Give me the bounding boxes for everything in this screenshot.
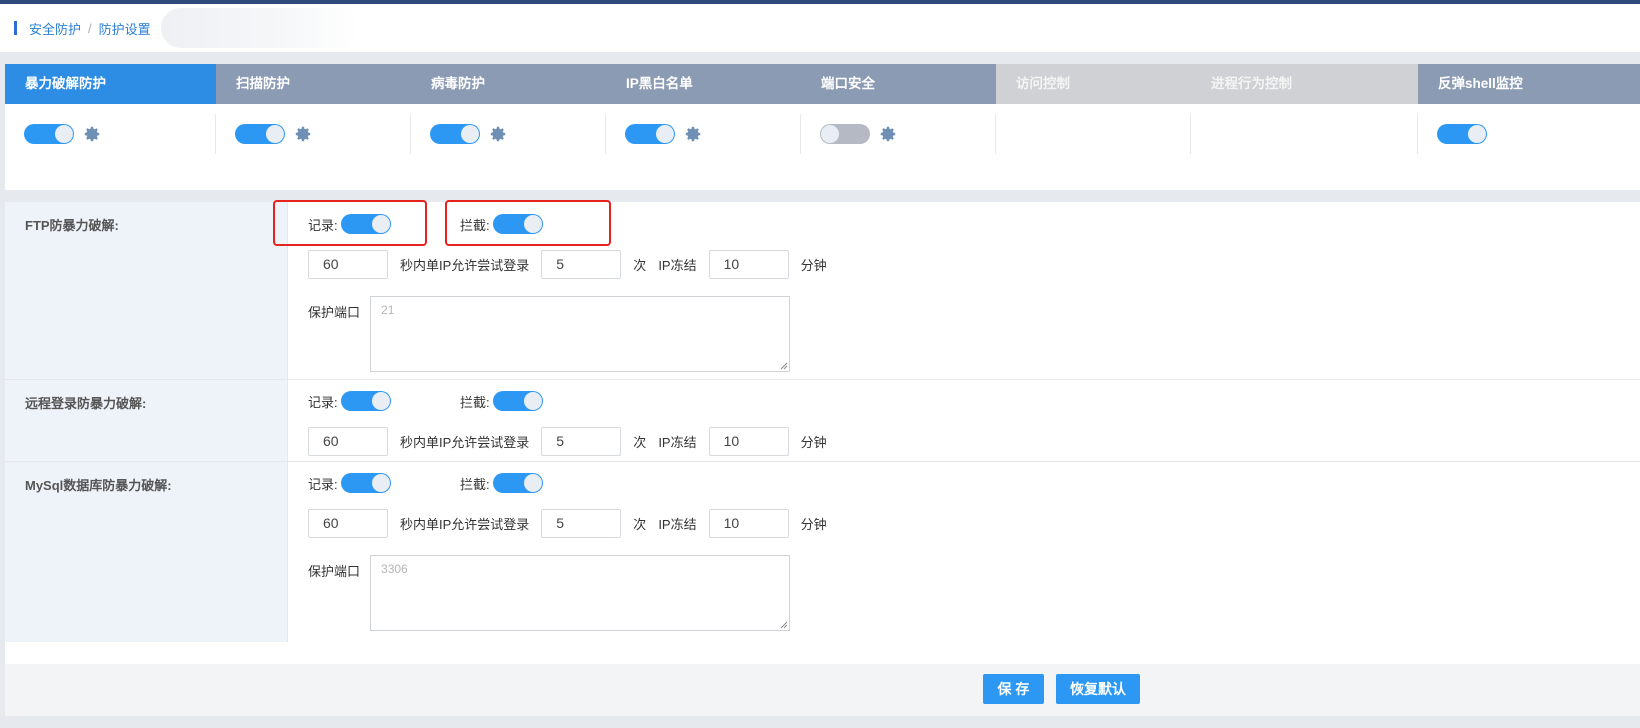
section-mysql: MySql数据库防暴力破解: 记录: 拦截: 60 秒内单IP允许尝试登录 5 … [5,462,1640,642]
seconds-input[interactable]: 60 [308,508,388,538]
block-group: 拦截: [460,473,612,493]
tab-control-process-control [1191,114,1418,154]
port-placeholder: 21 [381,303,395,317]
resize-grip-icon[interactable] [780,362,788,370]
tab-brute-force[interactable]: 暴力破解防护 [5,64,216,104]
block-toggle[interactable] [492,391,543,411]
limit-line: 60 秒内单IP允许尝试登录 5 次 IP冻结 10 分钟 [308,503,1640,543]
gear-icon[interactable] [294,125,312,143]
tab-process-control: 进程行为控制 [1191,64,1418,104]
protection-tabs-panel: 暴力破解防护 扫描防护 病毒防护 IP黑白名单 端口安全 访问控制 进程行为控制… [5,64,1640,190]
tab-scan[interactable]: 扫描防护 [216,64,411,104]
record-toggle[interactable] [340,391,391,411]
breadcrumb-marker [14,21,17,35]
save-button[interactable]: 保 存 [983,674,1044,704]
tab-control-ip-list [606,114,801,154]
section-body: 记录: 拦截: 60 秒内单IP允许尝试登录 5 次 IP冻结 10 分钟 保护… [288,462,1640,642]
section-title: FTP防暴力破解: [5,202,288,379]
form-footer: 保 存 恢复默认 [5,664,1640,716]
section-title: 远程登录防暴力破解: [5,380,288,461]
toggle-switch[interactable] [430,124,480,144]
breadcrumb: 安全防护 / 防护设置 [0,4,1640,52]
limit-line: 60 秒内单IP允许尝试登录 5 次 IP冻结 10 分钟 [308,421,1640,461]
toggle-switch[interactable] [625,124,675,144]
brute-force-settings-form: FTP防暴力破解: 记录: 拦截: 60 秒内单IP允许尝试登录 5 次 IP冻… [5,200,1640,664]
freeze-input[interactable]: 10 [708,249,789,279]
tab-control-brute-force [5,114,216,154]
block-toggle[interactable] [492,473,543,493]
freeze-input[interactable]: 10 [708,508,789,538]
port-label: 保护端口 [308,305,361,320]
times-unit: 次 [633,516,647,532]
section-ftp: FTP防暴力破解: 记录: 拦截: 60 秒内单IP允许尝试登录 5 次 IP冻… [5,202,1640,380]
breadcrumb-item-security[interactable]: 安全防护 [29,19,81,38]
gear-icon[interactable] [83,125,101,143]
freeze-unit: 分钟 [800,516,827,532]
tab-reverse-shell[interactable]: 反弹shell监控 [1418,64,1640,104]
resize-grip-icon[interactable] [780,621,788,629]
port-label: 保护端口 [308,564,361,579]
record-label: 记录: [308,476,338,492]
times-unit: 次 [633,257,647,273]
block-label: 拦截: [460,476,490,492]
tab-ip-list[interactable]: IP黑白名单 [606,64,801,104]
freeze-text: IP冻结 [658,434,697,450]
block-group: 拦截: [460,391,612,411]
freeze-input[interactable]: 10 [708,426,789,456]
freeze-unit: 分钟 [800,434,827,450]
tab-access-control: 访问控制 [996,64,1191,104]
limit-line: 60 秒内单IP允许尝试登录 5 次 IP冻结 10 分钟 [308,244,1640,284]
block-label: 拦截: [460,394,490,410]
toggle-switch[interactable] [24,124,74,144]
attempts-input[interactable]: 5 [541,426,622,456]
blurred-region [160,8,361,48]
record-toggle[interactable] [340,473,391,493]
tab-virus[interactable]: 病毒防护 [411,64,606,104]
tab-bar: 暴力破解防护 扫描防护 病毒防护 IP黑白名单 端口安全 访问控制 进程行为控制… [5,64,1640,104]
seconds-input[interactable]: 60 [308,249,388,279]
port-line: 保护端口 3306 [308,555,1640,631]
freeze-unit: 分钟 [800,257,827,273]
switch-line: 记录: 拦截: [308,463,1640,503]
section-body: 记录: 拦截: 60 秒内单IP允许尝试登录 5 次 IP冻结 10 分钟 [288,380,1640,461]
tab-port-security[interactable]: 端口安全 [801,64,996,104]
gear-icon[interactable] [489,125,507,143]
gear-icon[interactable] [684,125,702,143]
toggle-switch-off[interactable] [820,124,870,144]
port-line: 保护端口 21 [308,296,1640,372]
toggle-switch[interactable] [1437,124,1487,144]
section-title: MySql数据库防暴力破解: [5,462,288,642]
breadcrumb-separator: / [88,20,92,36]
tab-control-port-security [801,114,996,154]
highlight-box-block [445,200,611,246]
tab-control-access-control [996,114,1191,154]
times-unit: 次 [633,434,647,450]
attempts-text: 秒内单IP允许尝试登录 [400,434,530,450]
seconds-input[interactable]: 60 [308,426,388,456]
record-group: 记录: [308,473,460,493]
freeze-text: IP冻结 [658,516,697,532]
gear-icon[interactable] [879,125,897,143]
tab-controls-row [5,104,1640,164]
freeze-text: IP冻结 [658,257,697,273]
port-placeholder: 3306 [381,562,408,576]
tab-control-scan [216,114,411,154]
record-label: 记录: [308,394,338,410]
attempts-text: 秒内单IP允许尝试登录 [400,257,530,273]
tab-control-virus [411,114,606,154]
breadcrumb-item-settings[interactable]: 防护设置 [99,19,151,38]
tab-control-reverse-shell [1418,114,1640,154]
attempts-input[interactable]: 5 [541,508,622,538]
port-textarea[interactable]: 3306 [370,555,791,631]
attempts-input[interactable]: 5 [541,249,622,279]
switch-line: 记录: 拦截: [308,381,1640,421]
toggle-switch[interactable] [235,124,285,144]
attempts-text: 秒内单IP允许尝试登录 [400,516,530,532]
section-remote-login: 远程登录防暴力破解: 记录: 拦截: 60 秒内单IP允许尝试登录 5 次 IP… [5,380,1640,462]
record-group: 记录: [308,391,460,411]
port-textarea[interactable]: 21 [370,296,791,372]
reset-default-button[interactable]: 恢复默认 [1056,674,1140,704]
highlight-box-record [273,200,427,246]
